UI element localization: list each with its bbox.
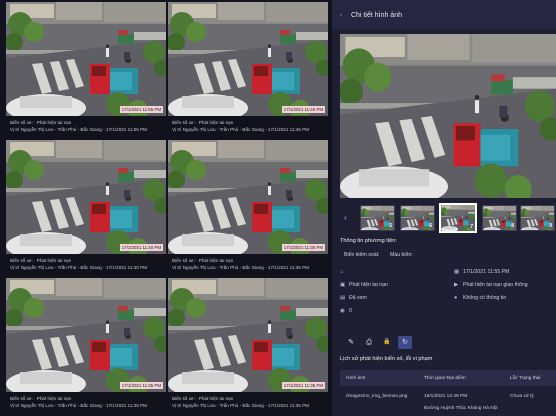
caption-line: Vị trí Nguyễn Thị Lưu - Trần Phú - Bắc G… (10, 127, 147, 132)
info-item: ⌂ (340, 269, 349, 275)
tile-caption: Biển số xe: · Phát hiện tai nạn Vị trí N… (6, 254, 166, 276)
detail-panel: ‹ Chi tiết hình ảnh ‹ 5 6 7 8 9 Thông ti… (332, 0, 556, 416)
table-row[interactable]: /images/no_img_biemso.png 19/1/2021 12:4… (340, 388, 556, 416)
thumbnail[interactable]: 8 (482, 205, 517, 231)
camera-snapshot: 17/1/2021 11:55 PM (6, 2, 166, 116)
snapshot-timestamp: 17/1/2021 11:55 PM (119, 106, 163, 113)
caption-line: Biển số xe: · Phát hiện tai nạn (10, 396, 72, 401)
info-item: ◉ 0 (340, 308, 352, 314)
tile-caption: Biển số xe: · Phát hiện tai nạn Vị trí N… (6, 116, 166, 138)
row-place: Đường Huỳnh Thúc Kháng Hà Nội (424, 406, 498, 411)
thumbnail-number: 9 (549, 223, 552, 229)
caption-line: Vị trí Nguyễn Thị Lưu - Trần Phú - Bắc G… (172, 265, 309, 270)
camera-grid: 17/1/2021 11:55 PM Biển số xe: · Phát hi… (0, 0, 330, 416)
info-count: 0 (349, 308, 352, 314)
camera-tile[interactable]: 17/1/2021 11:35 PM Biển số xe: · Phát hi… (6, 278, 166, 414)
snapshot-timestamp: 17/1/2021 11:35 PM (281, 382, 325, 389)
info-item: ▤ Đã xem (340, 295, 367, 301)
camera-snapshot: 17/1/2021 11:35 PM (168, 278, 328, 392)
thumbnail-strip: ‹ 5 6 7 8 9 (332, 200, 556, 236)
info-item: ▣ Phát hiện tai nạn (340, 282, 388, 288)
panel-header: ‹ Chi tiết hình ảnh (332, 0, 556, 30)
caption-line: Biển số xe: · Phát hiện tai nạn (10, 120, 72, 125)
info-timestamp: 17/1/2021 11:55 PM (463, 269, 510, 275)
info-note: Không có thông tin (463, 295, 507, 301)
history-title: Lịch sử phát hiện biển số, lỗi vi phạm (340, 356, 433, 362)
lock-icon[interactable]: 🔒 (380, 336, 394, 349)
camera-snapshot: 17/1/2021 11:35 PM (6, 278, 166, 392)
info-status: Đã xem (349, 295, 367, 301)
column-header: Lỗi/ Trạng thái (510, 376, 541, 381)
camera-snapshot: 17/1/2021 11:45 PM (168, 2, 328, 116)
tile-caption: Biển số xe: · Phát hiện tai nạn Vị trí N… (168, 392, 328, 414)
thumbnail-selected[interactable]: 7 (439, 203, 477, 233)
check-icon: ▤ (340, 295, 346, 301)
info-item: ▦ 17/1/2021 11:55 PM (454, 269, 509, 275)
comment-icon: ◉ (340, 308, 345, 314)
camera-snapshot: 17/1/2021 11:40 PM (6, 140, 166, 254)
caption-line: Biển số xe: · Phát hiện tai nạn (10, 258, 72, 263)
plate-label: Biển kiểm soát: (344, 252, 380, 258)
thumbnail-number: 8 (511, 223, 514, 229)
row-image: /images/no_img_biemso.png (346, 394, 408, 399)
column-header: Hình ảnh (346, 376, 366, 381)
thumbnail-number: 5 (389, 223, 392, 229)
caption-line: Biển số xe: · Phát hiện tai nạn (172, 120, 234, 125)
info-item: ▶ Phát hiện tai nạn giao thông (454, 282, 528, 288)
info-source: Phát hiện tai nạn giao thông (463, 282, 528, 288)
info-event: Phát hiện tai nạn (349, 282, 388, 288)
caption-line: Vị trí Nguyễn Thị Lưu - Trần Phú - Bắc G… (172, 403, 309, 408)
camera-icon: ⌂ (340, 269, 344, 275)
caption-line: Vị trí Nguyễn Thị Lưu - Trần Phú - Bắc G… (172, 127, 309, 132)
thumbnail-number: 7 (470, 224, 473, 230)
action-toolbar: ✎ ⎙ 🔒 ↻ (340, 336, 556, 350)
printer-icon[interactable]: ⎙ (362, 336, 376, 349)
snapshot-timestamp: 17/1/2021 11:40 PM (119, 244, 163, 251)
table-header: Hình ảnh Thời gian/ Địa điểm Lỗi/ Trạng … (340, 370, 556, 386)
row-time: 19/1/2021 12:49 PM (424, 394, 468, 399)
caption-line: Biển số xe: · Phát hiện tai nạn (172, 258, 234, 263)
chevron-left-icon[interactable]: ‹ (340, 12, 342, 19)
calendar-icon: ▦ (454, 269, 460, 275)
thumbnail[interactable]: 9 (520, 205, 555, 231)
color-label: Màu biển: (390, 252, 413, 258)
tile-caption: Biển số xe: · Phát hiện tai nạn Vị trí N… (168, 254, 328, 276)
camera-tile[interactable]: 17/1/2021 11:55 PM Biển số xe: · Phát hi… (6, 2, 166, 138)
info-item: ● Không có thông tin (454, 295, 506, 301)
pencil-icon[interactable]: ✎ (344, 336, 358, 349)
user-icon: ● (454, 295, 458, 301)
snapshot-timestamp: 17/1/2021 11:45 PM (281, 106, 325, 113)
alert-icon: ▣ (340, 282, 346, 288)
snapshot-timestamp: 17/1/2021 11:35 PM (119, 382, 163, 389)
column-header: Thời gian/ Địa điểm (424, 376, 466, 381)
tile-caption: Biển số xe: · Phát hiện tai nạn Vị trí N… (168, 116, 328, 138)
camera-tile[interactable]: 17/1/2021 11:45 PM Biển số xe: · Phát hi… (168, 2, 328, 138)
camera-tile[interactable]: 17/1/2021 11:35 PM Biển số xe: · Phát hi… (168, 140, 328, 276)
caption-line: Vị trí Nguyễn Thị Lưu - Trần Phú - Bắc G… (10, 403, 147, 408)
thumbnail[interactable]: 5 (360, 205, 395, 231)
main-snapshot[interactable] (340, 34, 556, 198)
camera-tile[interactable]: 17/1/2021 11:40 PM Biển số xe: · Phát hi… (6, 140, 166, 276)
tile-caption: Biển số xe: · Phát hiện tai nạn Vị trí N… (6, 392, 166, 414)
panel-title: Chi tiết hình ảnh (351, 12, 402, 19)
camera-tile[interactable]: 17/1/2021 11:35 PM Biển số xe: · Phát hi… (168, 278, 328, 414)
row-status: Chưa xử lý (510, 394, 534, 399)
camera-snapshot: 17/1/2021 11:35 PM (168, 140, 328, 254)
video-icon: ▶ (454, 282, 459, 288)
history-icon[interactable]: ↻ (398, 336, 412, 349)
prev-arrow-icon[interactable]: ‹ (344, 213, 347, 222)
snapshot-timestamp: 17/1/2021 11:35 PM (281, 244, 325, 251)
caption-line: Biển số xe: · Phát hiện tai nạn (172, 396, 234, 401)
caption-line: Vị trí Nguyễn Thị Lưu - Trần Phú - Bắc G… (10, 265, 147, 270)
thumbnail-number: 6 (429, 223, 432, 229)
thumbnail[interactable]: 6 (400, 205, 435, 231)
info-title: Thông tin phương tiện: (340, 238, 397, 244)
